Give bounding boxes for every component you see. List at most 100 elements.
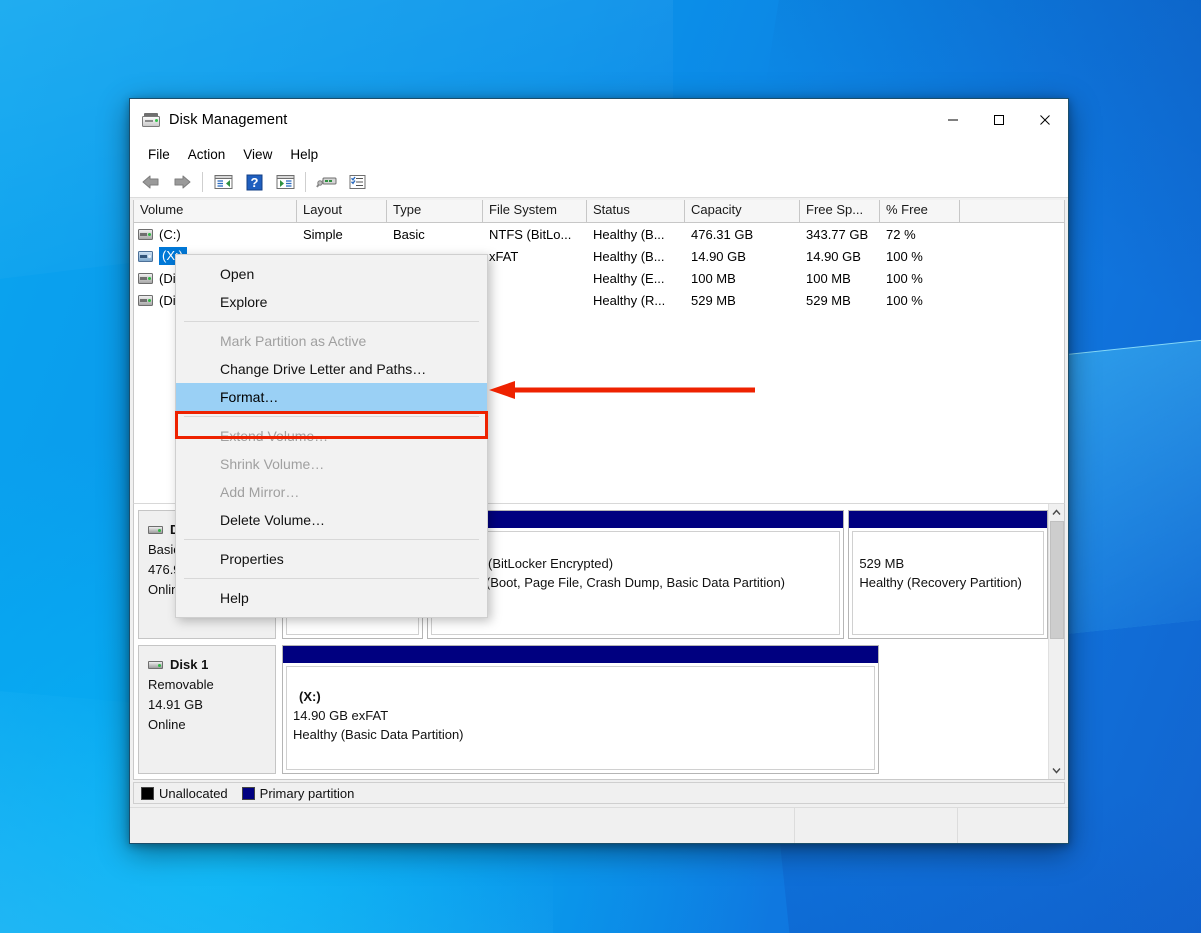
cell-capacity: 529 MB [685,293,800,308]
help-icon[interactable]: ? [239,169,269,196]
context-menu-item-help[interactable]: Help [176,584,487,612]
context-menu-item-shrink-volume: Shrink Volume… [176,450,487,478]
menu-item-help[interactable]: Help [281,145,327,164]
column-header-percent-free[interactable]: % Free [880,200,960,222]
context-menu-row-format: Format… [176,383,487,411]
menu-item-view[interactable]: View [234,145,281,164]
properties-icon[interactable] [342,169,372,196]
column-header-blank[interactable] [960,200,1064,222]
title-bar: Disk Management [130,99,1068,141]
minimize-button[interactable] [930,99,976,141]
context-menu-item-properties[interactable]: Properties [176,545,487,573]
hard-drive-icon [138,295,153,306]
cell-capacity: 14.90 GB [685,249,800,264]
close-button[interactable] [1022,99,1068,141]
cell-layout: Simple [297,227,387,242]
hard-drive-icon [138,229,153,240]
disk-row-1[interactable]: Disk 1 Removable 14.91 GB Online (X:) 14… [138,645,1048,774]
cell-file-system: NTFS (BitLo... [483,227,587,242]
maximize-button[interactable] [976,99,1022,141]
context-menu-item-explore[interactable]: Explore [176,288,487,316]
window-title: Disk Management [169,112,287,128]
legend-item-primary-partition: Primary partition [242,786,355,801]
disk-pane-scrollbar[interactable] [1048,504,1064,779]
menu-item-action[interactable]: Action [179,145,235,164]
legend-swatch-primary [242,787,255,800]
volume-context-menu: Open Explore Mark Partition as Active Ch… [175,254,488,618]
column-header-type[interactable]: Type [387,200,483,222]
cell-percent-free: 72 % [880,227,960,242]
partition-health: Healthy (Basic Data Partition) [293,725,868,744]
annotation-arrow-icon [487,381,759,399]
context-menu-item-format[interactable]: Format… [176,383,487,411]
volume-name: (Di [159,293,176,308]
partition-health: Healthy (Recovery Partition) [859,573,1037,592]
show-hide-action-pane-icon[interactable] [270,169,300,196]
partition-size: B NTFS (BitLocker Encrypted) [438,554,833,573]
hard-drive-icon [138,273,153,284]
legend-item-unallocated: Unallocated [141,786,228,801]
disk-state: Online [148,715,275,735]
column-header-free-space[interactable]: Free Sp... [800,200,880,222]
cell-file-system: xFAT [483,249,587,264]
partition-recovery[interactable]: 529 MB Healthy (Recovery Partition) [848,510,1048,639]
column-header-file-system[interactable]: File System [483,200,587,222]
volume-name: (Di [159,271,176,286]
partition-empty [883,645,1048,774]
back-icon[interactable] [136,169,166,196]
partition-health: Healthy (Boot, Page File, Crash Dump, Ba… [438,573,833,592]
partition-x[interactable]: (X:) 14.90 GB exFAT Healthy (Basic Data … [282,645,879,774]
table-row[interactable]: (C:) Simple Basic NTFS (BitLo... Healthy… [134,223,1064,245]
context-menu-item-delete-volume[interactable]: Delete Volume… [176,506,487,534]
legend-label-unallocated: Unallocated [159,786,228,801]
menu-bar: File Action View Help [130,141,1068,167]
partition-color-bar [849,511,1047,528]
partition-label: (X:) [293,687,868,706]
rescan-disks-icon[interactable] [311,169,341,196]
scrollbar-track[interactable] [1049,521,1065,762]
partition-color-bar [283,646,878,663]
status-segment-3 [958,808,1068,843]
volume-list-header: Volume Layout Type File System Status Ca… [134,200,1064,223]
disk-kind: Removable [148,675,275,695]
status-bar [130,807,1068,843]
cell-free-space: 14.90 GB [800,249,880,264]
status-segment-1 [130,808,795,843]
usb-drive-icon [138,251,153,262]
column-header-status[interactable]: Status [587,200,685,222]
disk-icon [148,526,163,534]
cell-status: Healthy (B... [587,249,685,264]
partition-color-bar [428,511,843,528]
partition-c[interactable]: B NTFS (BitLocker Encrypted) Healthy (Bo… [427,510,844,639]
context-menu-item-open[interactable]: Open [176,260,487,288]
cell-capacity: 476.31 GB [685,227,800,242]
cell-free-space: 529 MB [800,293,880,308]
disk-info-1[interactable]: Disk 1 Removable 14.91 GB Online [138,645,276,774]
column-header-volume[interactable]: Volume [134,200,297,222]
toolbar-separator [202,172,203,192]
show-hide-console-tree-icon[interactable] [208,169,238,196]
scroll-down-icon[interactable] [1049,762,1065,779]
disk-drive-icon [142,113,160,127]
column-header-layout[interactable]: Layout [297,200,387,222]
cell-type: Basic [387,227,483,242]
cell-percent-free: 100 % [880,271,960,286]
cell-status: Healthy (B... [587,227,685,242]
partition-size: 529 MB [859,554,1037,573]
cell-free-space: 100 MB [800,271,880,286]
cell-percent-free: 100 % [880,249,960,264]
context-menu-separator-4 [184,578,479,579]
cell-percent-free: 100 % [880,293,960,308]
scroll-up-icon[interactable] [1049,504,1065,521]
context-menu-separator [184,321,479,322]
menu-item-file[interactable]: File [139,145,179,164]
format-highlight-box [175,411,488,439]
toolbar-separator-2 [305,172,306,192]
column-header-capacity[interactable]: Capacity [685,200,800,222]
toolbar: ? [130,167,1068,198]
scrollbar-thumb[interactable] [1050,521,1064,639]
forward-icon[interactable] [167,169,197,196]
disk-size: 14.91 GB [148,695,275,715]
disk-name: Disk 1 [170,655,208,675]
context-menu-item-change-drive-letter-and-paths[interactable]: Change Drive Letter and Paths… [176,355,487,383]
